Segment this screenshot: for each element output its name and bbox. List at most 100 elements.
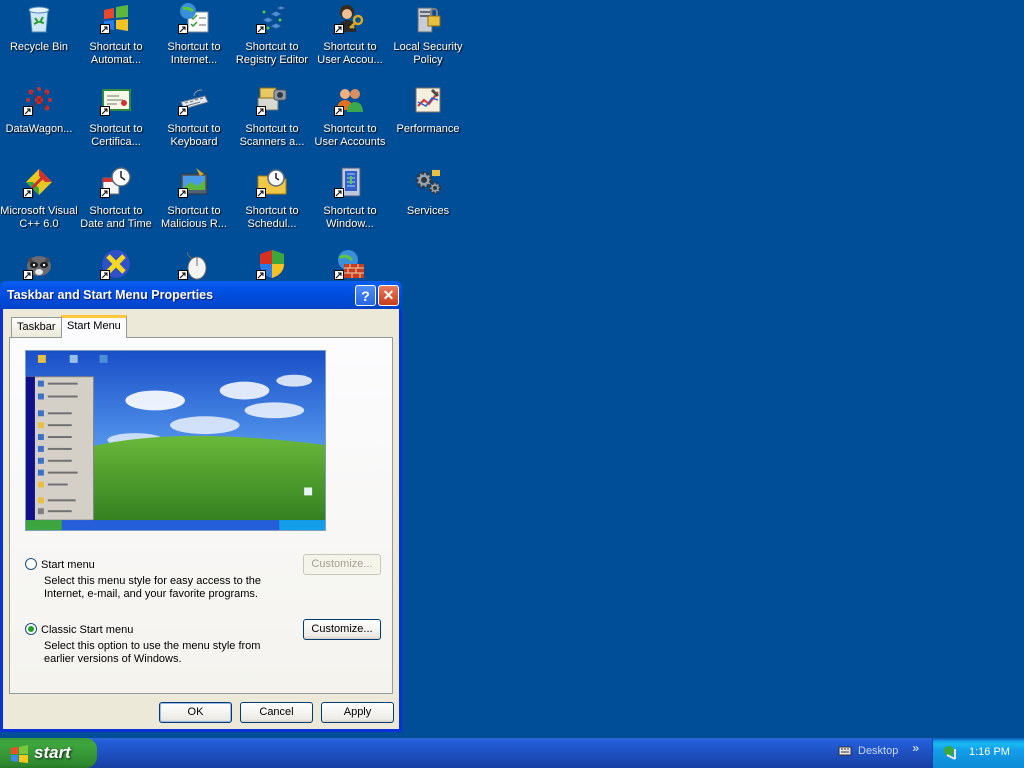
shortcut-arrow-icon	[23, 188, 33, 198]
shortcut-arrow-icon	[256, 24, 266, 34]
keyboard-icon	[178, 84, 210, 116]
desktop-icon-shortcut-keyboard[interactable]: Shortcut to Keyboard	[155, 82, 233, 162]
network-tray-icon[interactable]	[943, 745, 959, 761]
ok-button[interactable]: OK	[159, 702, 232, 723]
desktop-icon-shortcut-date-time[interactable]: Shortcut to Date and Time	[77, 164, 155, 244]
desktop-icon-label: Shortcut to Registry Editor	[235, 41, 309, 66]
shortcut-arrow-icon	[23, 106, 33, 116]
windows-update-icon	[334, 166, 366, 198]
desktop-icon-shortcut-internet-options[interactable]: Shortcut to Internet...	[155, 0, 233, 80]
desktop-icon-shortcut-registry-editor[interactable]: Shortcut to Registry Editor	[233, 0, 311, 80]
desktop-icon-performance[interactable]: Performance	[389, 82, 467, 162]
raccoon-icon	[23, 248, 55, 280]
desktop-icon-datawagon[interactable]: DataWagon...	[0, 82, 78, 162]
help-button[interactable]: ?	[355, 285, 376, 306]
title-bar[interactable]: Taskbar and Start Menu Properties ? ✕	[0, 281, 402, 309]
desktop-icon-shortcut-user-accounts[interactable]: Shortcut to User Accounts	[311, 82, 389, 162]
scanner-icon	[256, 84, 288, 116]
shortcut-arrow-icon	[178, 24, 188, 34]
performance-icon	[412, 84, 444, 116]
desktop-icon-shortcut-user-accounts-key[interactable]: Shortcut to User Accou...	[311, 0, 389, 80]
start-menu-customize-button[interactable]: Customize...	[303, 554, 381, 575]
date-time-icon	[100, 166, 132, 198]
desktop-toolbar-label: Desktop	[858, 745, 899, 757]
desktop-icon-label: Shortcut to Scanners a...	[239, 123, 305, 148]
windows-flag-icon	[100, 2, 132, 34]
close-icon: ✕	[382, 287, 395, 303]
desktop-icon-label: Shortcut to Schedul...	[245, 205, 299, 230]
mouse-icon	[178, 248, 210, 280]
start-menu-tab-panel: Start menu Select this menu style for ea…	[9, 337, 393, 694]
recycle-bin-icon	[23, 2, 55, 34]
desktop-icon-visual-cpp[interactable]: Microsoft Visual C++ 6.0	[0, 164, 78, 244]
classic-start-menu-preview	[25, 350, 326, 531]
dialog-title: Taskbar and Start Menu Properties	[7, 288, 214, 302]
desktop-icon-label: Local Security Policy	[393, 41, 463, 66]
apply-button[interactable]: Apply	[321, 702, 394, 723]
services-icon	[412, 166, 444, 198]
desktop-icon-label: Performance	[396, 123, 460, 135]
bliss-wallpaper-preview-image	[26, 351, 325, 530]
shortcut-arrow-icon	[334, 188, 344, 198]
shortcut-arrow-icon	[100, 106, 110, 116]
internet-options-icon	[178, 2, 210, 34]
datawagon-icon	[23, 84, 55, 116]
desktop-icon-shortcut-automatic-updates[interactable]: Shortcut to Automat...	[77, 0, 155, 80]
visual-cpp-icon	[23, 166, 55, 198]
desktop-icon-label: DataWagon...	[5, 123, 73, 135]
desktop-icon-shortcut-windows-update[interactable]: Shortcut to Window...	[311, 164, 389, 244]
desktop-icon-label: Shortcut to User Accounts	[314, 123, 386, 148]
clock[interactable]: 1:16 PM	[969, 746, 1010, 758]
desktop-icon-shortcut-scheduled-tasks[interactable]: Shortcut to Schedul...	[233, 164, 311, 244]
taskbar: start Desktop » 1:16 PM	[0, 738, 1024, 768]
classic-start-menu-customize-button[interactable]: Customize...	[303, 619, 381, 640]
classic-start-menu-radio[interactable]	[25, 623, 37, 635]
shortcut-arrow-icon	[178, 188, 188, 198]
classic-start-menu-option-label[interactable]: Classic Start menu	[41, 624, 133, 636]
tab-start-menu[interactable]: Start Menu	[61, 315, 127, 338]
desktop-toolbar[interactable]: Desktop »	[838, 741, 919, 757]
desktop-icon-recycle-bin[interactable]: Recycle Bin	[0, 0, 78, 80]
desktop-icon-shortcut-certificates[interactable]: Shortcut to Certifica...	[77, 82, 155, 162]
shortcut-arrow-icon	[256, 188, 266, 198]
desktop-icon-shortcut-scanners-cameras[interactable]: Shortcut to Scanners a...	[233, 82, 311, 162]
cancel-button[interactable]: Cancel	[240, 702, 313, 723]
tab-taskbar[interactable]: Taskbar	[11, 317, 62, 337]
user-accounts-icon	[334, 84, 366, 116]
windows-logo-icon	[10, 743, 30, 763]
desktop-icon-label: Services	[406, 205, 450, 217]
desktop-icon-shortcut-malicious-removal[interactable]: Shortcut to Malicious R...	[155, 164, 233, 244]
shortcut-arrow-icon	[100, 270, 110, 280]
shortcut-arrow-icon	[100, 24, 110, 34]
shortcut-arrow-icon	[256, 106, 266, 116]
scheduled-tasks-icon	[256, 166, 288, 198]
security-policy-icon	[412, 2, 444, 34]
desktop-icon-label: Shortcut to Automat...	[89, 41, 143, 66]
classic-start-menu-option-description: Select this option to use the menu style…	[44, 640, 261, 665]
shortcut-arrow-icon	[334, 24, 344, 34]
start-label: start	[34, 743, 71, 762]
chevron-icon[interactable]: »	[912, 741, 919, 755]
shortcut-arrow-icon	[256, 270, 266, 280]
shortcut-arrow-icon	[178, 106, 188, 116]
start-menu-radio[interactable]	[25, 558, 37, 570]
shortcut-arrow-icon	[100, 188, 110, 198]
security-shield-icon	[256, 248, 288, 280]
desktop-icon-local-security-policy[interactable]: Local Security Policy	[389, 0, 467, 80]
desktop-icon-label: Shortcut to Malicious R...	[160, 205, 228, 230]
system-tray: 1:16 PM	[932, 738, 1024, 768]
taskbar-start-menu-properties-dialog: Taskbar and Start Menu Properties ? ✕ Ta…	[0, 281, 402, 732]
start-menu-option-label[interactable]: Start menu	[41, 559, 95, 571]
dialog-body: Taskbar Start Menu Start menu Select thi…	[3, 309, 399, 729]
user-accounts-key-icon	[334, 2, 366, 34]
close-button[interactable]: ✕	[378, 285, 399, 306]
shortcut-arrow-icon	[334, 270, 344, 280]
certificate-icon	[100, 84, 132, 116]
start-button[interactable]: start	[0, 738, 97, 768]
desktop-icon-label: Microsoft Visual C++ 6.0	[0, 205, 78, 230]
desktop-icon-services[interactable]: Services	[389, 164, 467, 244]
shortcut-arrow-icon	[178, 270, 188, 280]
malicious-removal-icon	[178, 166, 210, 198]
desktop-icon-label: Shortcut to Window...	[323, 205, 377, 230]
shortcut-arrow-icon	[23, 270, 33, 280]
